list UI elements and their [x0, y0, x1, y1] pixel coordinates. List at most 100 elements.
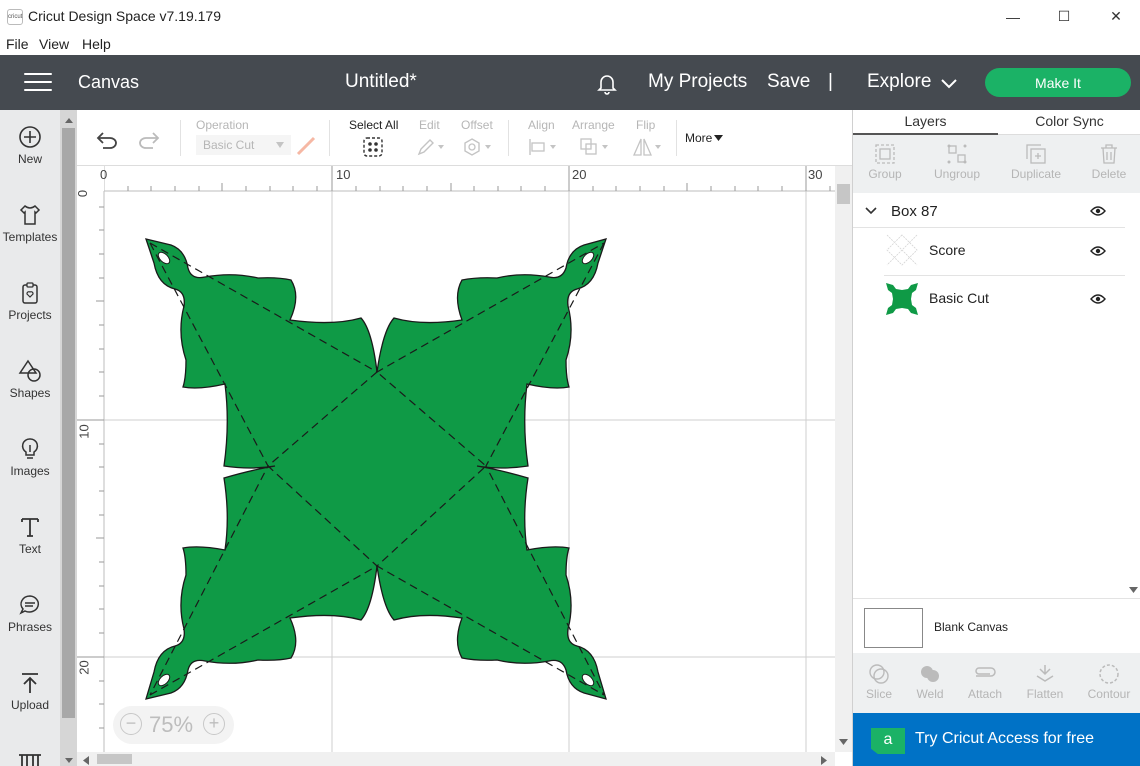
minimize-button[interactable]: — — [990, 0, 1036, 33]
chevron-down-icon[interactable] — [714, 135, 723, 141]
canvas-vscroll-thumb[interactable] — [837, 184, 850, 204]
explore-menu[interactable]: Explore — [867, 71, 931, 93]
arrange-icon[interactable] — [579, 137, 611, 157]
scroll-up-arrow-icon[interactable] — [64, 116, 74, 124]
slice-icon — [869, 664, 889, 684]
weld-button[interactable]: Weld — [900, 663, 960, 701]
scroll-left-arrow-icon[interactable] — [83, 756, 89, 765]
flip-label: Flip — [636, 118, 656, 132]
blank-canvas-swatch[interactable] — [864, 608, 923, 648]
contour-button[interactable]: Contour — [1079, 663, 1139, 701]
ruler-label-top: 10 — [336, 167, 351, 182]
attach-label: Attach — [967, 687, 1003, 701]
flip-icon[interactable] — [632, 137, 664, 157]
layer-item-basic-cut[interactable]: Basic Cut — [884, 276, 1125, 324]
menu-file[interactable]: File — [6, 36, 29, 52]
zoom-level: 75% — [149, 712, 194, 737]
eye-icon[interactable] — [1090, 245, 1106, 257]
my-projects-link[interactable]: My Projects — [648, 71, 747, 93]
sidebar-item-upload[interactable]: Upload — [0, 670, 60, 740]
ruler-label-left: 0 — [77, 190, 90, 197]
scroll-right-arrow-icon[interactable] — [821, 756, 827, 765]
select-all-icon[interactable] — [363, 137, 383, 157]
delete-button[interactable]: Delete — [1079, 143, 1139, 181]
basic-cut-shape — [145, 238, 608, 700]
app-header: Canvas Untitled* My Projects Save | Expl… — [0, 55, 1140, 110]
make-it-button[interactable]: Make It — [985, 68, 1131, 97]
sidebar-label: Phrases — [7, 620, 53, 634]
app-title: Cricut Design Space v7.19.179 — [28, 8, 221, 24]
zoom-in-button[interactable]: + — [203, 713, 225, 735]
eye-icon[interactable] — [1090, 205, 1106, 217]
sidebar-label: Templates — [2, 230, 58, 244]
save-button[interactable]: Save — [767, 71, 810, 93]
sidebar-item-templates[interactable]: Templates — [0, 202, 60, 272]
attach-button[interactable]: Attach — [955, 663, 1015, 701]
flatten-button[interactable]: Flatten — [1015, 663, 1075, 701]
canvas-hscroll-thumb[interactable] — [97, 754, 132, 764]
cricut-access-banner[interactable]: a Try Cricut Access for free — [853, 713, 1140, 766]
chevron-down-icon[interactable] — [940, 77, 958, 95]
undo-icon[interactable] — [95, 130, 119, 150]
group-icon — [875, 144, 895, 164]
scroll-down-arrow-icon[interactable] — [839, 739, 848, 745]
group-name: Box 87 — [891, 203, 938, 220]
menu-bar: File View Help — [0, 33, 1140, 55]
layer-group-row[interactable]: Box 87 — [853, 196, 1125, 228]
ungroup-icon — [947, 144, 967, 164]
pen-color-swatch-icon[interactable] — [295, 135, 317, 157]
box-design[interactable] — [145, 238, 608, 700]
layer-item-score[interactable]: Score — [884, 228, 1125, 276]
maximize-button[interactable]: ☐ — [1041, 0, 1087, 33]
sidebar-item-phrases[interactable]: Phrases — [0, 592, 60, 662]
duplicate-icon — [1026, 144, 1046, 164]
select-all-label: Select All — [349, 118, 399, 132]
arrange-label: Arrange — [572, 118, 615, 132]
design-canvas[interactable]: 0 10 20 30 0 10 20 — [77, 166, 835, 752]
eye-icon[interactable] — [1090, 293, 1106, 305]
blank-canvas-label: Blank Canvas — [934, 620, 1009, 634]
sidebar-item-projects[interactable]: Projects — [0, 280, 60, 350]
sidebar-item-shapes[interactable]: Shapes — [0, 358, 60, 428]
more-apps-icon[interactable] — [17, 752, 43, 766]
scroll-down-arrow-icon[interactable] — [64, 757, 74, 765]
contour-label: Contour — [1087, 687, 1131, 701]
tab-color-sync[interactable]: Color Sync — [998, 110, 1140, 135]
sidebar-label: Shapes — [9, 386, 51, 400]
edit-label: Edit — [419, 118, 440, 132]
operation-select[interactable]: Basic Cut — [196, 135, 291, 155]
edit-pencil-icon[interactable] — [416, 137, 446, 157]
layer-label: Score — [929, 242, 966, 258]
ruler-label-top: 20 — [572, 167, 587, 182]
title-bar: cricut Cricut Design Space v7.19.179 — ☐… — [0, 0, 1140, 33]
scroll-down-arrow-icon[interactable] — [1129, 587, 1138, 593]
blank-canvas-row[interactable]: Blank Canvas — [853, 598, 1140, 653]
menu-help[interactable]: Help — [82, 36, 111, 52]
upload-icon — [22, 673, 38, 693]
group-button[interactable]: Group — [855, 143, 915, 181]
more-menu[interactable]: More — [685, 131, 712, 145]
zoom-out-button[interactable]: − — [120, 713, 142, 735]
menu-view[interactable]: View — [39, 36, 69, 52]
sidebar-label: New — [17, 152, 42, 166]
align-label: Align — [528, 118, 555, 132]
offset-icon[interactable] — [462, 137, 494, 157]
chevron-down-icon[interactable] — [865, 207, 877, 215]
sidebar-scroll-thumb[interactable] — [62, 128, 75, 718]
ruler-label-left: 10 — [77, 424, 92, 439]
tab-layers[interactable]: Layers — [853, 110, 998, 135]
basic-cut-layer-thumbnail — [886, 283, 918, 315]
sidebar-item-text[interactable]: Text — [0, 514, 60, 584]
ungroup-button[interactable]: Ungroup — [927, 143, 987, 181]
redo-icon[interactable] — [137, 130, 161, 150]
duplicate-button[interactable]: Duplicate — [1006, 143, 1066, 181]
canvas-horizontal-scrollbar[interactable] — [77, 752, 835, 766]
left-sidebar: New Templates Projects Shapes Images Tex… — [0, 110, 60, 766]
align-icon[interactable] — [527, 137, 559, 157]
edit-toolbar: Operation Basic Cut Select All Edit Offs… — [77, 110, 852, 166]
close-button[interactable]: ✕ — [1093, 0, 1139, 33]
hamburger-menu-icon[interactable] — [24, 73, 52, 93]
bell-icon[interactable] — [595, 71, 619, 95]
sidebar-item-images[interactable]: Images — [0, 436, 60, 506]
sidebar-item-new[interactable]: New — [0, 124, 60, 194]
